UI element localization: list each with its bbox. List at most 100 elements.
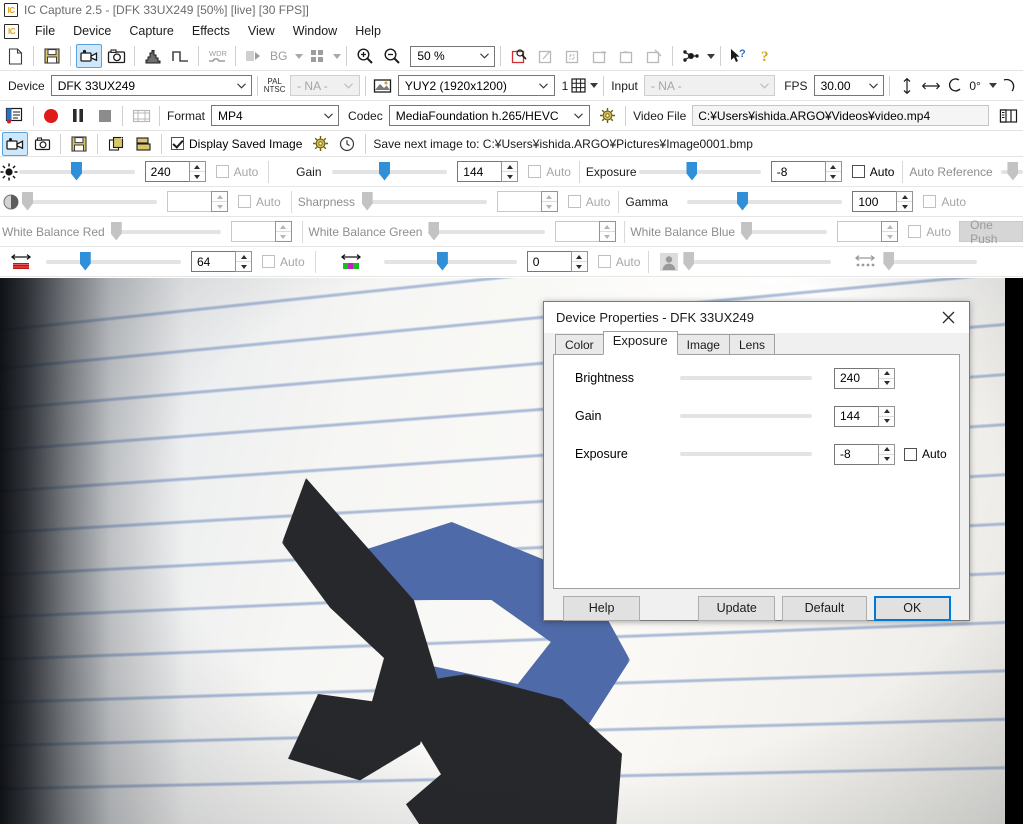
menu-item-file[interactable]: File — [27, 22, 63, 40]
burst-image-icon[interactable] — [130, 132, 156, 156]
dialog-exposure-spinner[interactable]: -8 — [834, 443, 895, 465]
denoise-slider[interactable] — [883, 251, 978, 273]
noise-icon[interactable] — [241, 44, 267, 68]
spin-up[interactable] — [212, 192, 227, 201]
spin-down[interactable] — [212, 201, 227, 211]
menu-logo-icon[interactable] — [4, 23, 19, 39]
dialog-brightness-spinner[interactable]: 240 — [834, 367, 895, 389]
saturation-spin-buttons[interactable] — [570, 251, 588, 272]
spin-down[interactable] — [879, 415, 894, 426]
roi-clear-icon[interactable] — [641, 44, 667, 68]
spin-buttons[interactable] — [878, 443, 895, 465]
saturation-auto-checkbox[interactable]: Auto — [597, 255, 640, 269]
spin-up[interactable] — [826, 162, 841, 171]
saturation-spinner[interactable]: 0 — [526, 251, 588, 272]
white-balance-auto-checkbox[interactable]: Auto — [908, 225, 951, 239]
gain-slider[interactable] — [331, 161, 448, 183]
browse-video-icon[interactable] — [995, 104, 1021, 128]
roi-rotate-left-icon[interactable] — [587, 44, 613, 68]
exposure-spin-buttons[interactable] — [824, 161, 842, 182]
spin-down[interactable] — [897, 201, 913, 211]
film-icon[interactable] — [128, 104, 154, 128]
live-video-icon[interactable] — [2, 131, 28, 156]
dialog-gain-spinner[interactable]: 144 — [834, 405, 895, 427]
hue-slider[interactable] — [46, 251, 181, 273]
menu-item-device[interactable]: Device — [65, 22, 119, 40]
gamma-auto-checkbox[interactable]: Auto — [923, 195, 966, 209]
slider-thumb[interactable] — [378, 161, 390, 181]
white-balance-green-spinner[interactable] — [554, 221, 616, 242]
wdr-icon[interactable]: WDR — [204, 44, 230, 68]
pause-icon[interactable] — [65, 104, 91, 128]
rotate-right-icon[interactable] — [998, 74, 1021, 98]
white-balance-red-slider[interactable] — [110, 221, 221, 243]
brightness-spin-buttons[interactable] — [188, 161, 206, 182]
hue-spinner[interactable]: 64 — [191, 251, 252, 272]
snap-image-icon[interactable] — [29, 132, 55, 156]
roi-select-icon[interactable] — [506, 44, 532, 68]
slider-thumb[interactable] — [361, 191, 373, 211]
dialog-exposure-value[interactable]: -8 — [834, 443, 878, 465]
bg-chevron-down-icon[interactable] — [295, 53, 304, 59]
spin-down[interactable] — [541, 201, 557, 211]
spin-down[interactable] — [599, 231, 615, 241]
grid-icon[interactable] — [304, 44, 330, 68]
camera-icon[interactable] — [103, 44, 129, 68]
spin-up[interactable] — [897, 192, 912, 201]
histogram-icon[interactable] — [140, 44, 166, 68]
white-balance-green-value[interactable] — [554, 221, 599, 242]
plugin-icon[interactable] — [678, 44, 704, 68]
zoom-level-combo[interactable]: 50 % — [410, 45, 496, 67]
ok-button[interactable]: OK — [873, 595, 951, 621]
slider-thumb[interactable] — [736, 191, 748, 211]
spin-down[interactable] — [879, 453, 894, 464]
slider-thumb[interactable] — [883, 251, 895, 271]
exposure-slider[interactable] — [639, 161, 761, 183]
exposure-auto-checkbox[interactable]: Auto — [851, 165, 894, 179]
gain-spinner[interactable]: 144 — [457, 161, 519, 182]
spin-up[interactable] — [879, 369, 894, 378]
spin-up[interactable] — [572, 252, 587, 261]
spin-down[interactable] — [882, 231, 898, 241]
exposure-spinner[interactable]: -8 — [770, 161, 842, 182]
contrast-spin-buttons[interactable] — [211, 191, 228, 212]
tab-image[interactable]: Image — [676, 334, 730, 355]
one-push-button[interactable]: One Push — [959, 218, 1023, 246]
brightness-auto-checkbox[interactable]: Auto — [215, 165, 258, 179]
zoom-out-icon[interactable] — [379, 44, 405, 68]
video-format-icon[interactable] — [371, 74, 394, 98]
spin-down[interactable] — [571, 261, 587, 271]
sharpness-slider[interactable] — [361, 191, 487, 213]
menu-item-capture[interactable]: Capture — [121, 22, 181, 40]
device-properties-dialog[interactable]: Device Properties - DFK 33UX249 Color Ex… — [543, 301, 970, 621]
pulse-icon[interactable] — [167, 44, 193, 68]
codec-combo[interactable]: MediaFoundation h.265/HEVC — [388, 105, 590, 126]
white-balance-blue-spinner[interactable] — [837, 221, 899, 242]
gain-spin-buttons[interactable] — [501, 161, 519, 182]
display-saved-image-checkbox[interactable]: Display Saved Image — [167, 137, 306, 151]
gain-auto-checkbox[interactable]: Auto — [528, 165, 571, 179]
brightness-spinner[interactable]: 240 — [144, 161, 206, 182]
dialog-brightness-slider[interactable] — [680, 367, 812, 389]
spin-buttons[interactable] — [878, 367, 895, 389]
menu-item-window[interactable]: Window — [285, 22, 345, 40]
hue-auto-checkbox[interactable]: Auto — [262, 255, 305, 269]
spin-up[interactable] — [542, 192, 557, 201]
gamma-slider[interactable] — [687, 191, 843, 213]
dialog-brightness-value[interactable]: 240 — [834, 367, 878, 389]
device-combo[interactable]: DFK 33UX249 — [50, 75, 253, 96]
spin-down[interactable] — [502, 171, 518, 181]
tab-exposure[interactable]: Exposure — [602, 331, 678, 355]
auto-reference-slider[interactable] — [1000, 161, 1023, 183]
slider-thumb[interactable] — [1007, 161, 1019, 181]
dialog-exposure-slider[interactable] — [680, 443, 812, 465]
spin-up[interactable] — [882, 222, 897, 231]
device-properties-icon[interactable] — [2, 104, 28, 128]
gain-value[interactable]: 144 — [457, 161, 502, 182]
bg-label[interactable]: BG — [268, 49, 292, 63]
roi-center-icon[interactable] — [560, 44, 586, 68]
slider-thumb[interactable] — [110, 221, 122, 241]
stop-icon[interactable] — [92, 104, 118, 128]
white-balance-green-slider[interactable] — [428, 221, 545, 243]
spin-up[interactable] — [236, 252, 251, 261]
